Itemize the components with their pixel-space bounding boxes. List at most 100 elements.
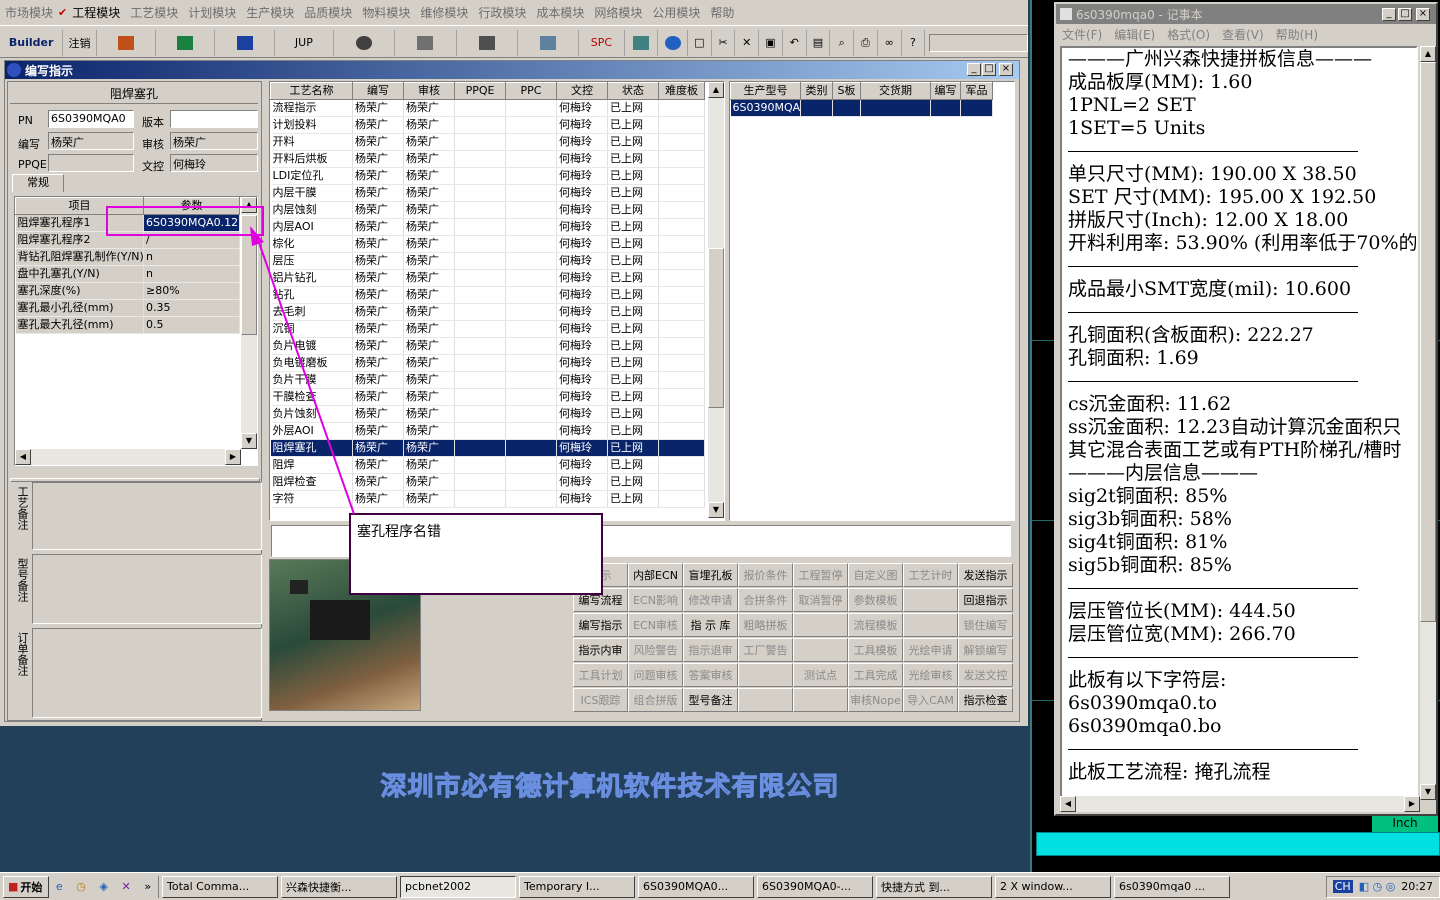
process-cell[interactable]: 杨荣广 <box>403 473 455 491</box>
process-cell[interactable] <box>505 371 557 389</box>
process-cell[interactable]: 何梅玲 <box>556 235 608 253</box>
process-cell[interactable]: 何梅玲 <box>556 99 608 117</box>
process-row[interactable]: 开料后烘板 杨荣广 杨荣广 何梅玲 已上网 <box>270 150 705 168</box>
taskbar-button[interactable]: 兴森快捷衡... <box>281 875 397 898</box>
menu-item[interactable]: 品质模块 <box>299 4 357 21</box>
process-cell[interactable] <box>454 303 506 321</box>
process-cell[interactable] <box>454 337 506 355</box>
process-cell[interactable]: 内层干膜 <box>270 184 353 202</box>
process-cell[interactable] <box>658 269 705 287</box>
action-button[interactable]: 工厂警告 <box>738 638 793 662</box>
notepad-hscrollbar[interactable]: ◀ ▶ <box>1060 796 1420 812</box>
process-cell[interactable] <box>505 337 557 355</box>
product-cell[interactable]: 6S0390MQA0 <box>730 99 801 117</box>
process-header[interactable]: PPC <box>505 82 557 100</box>
scroll-thumb[interactable] <box>708 248 724 408</box>
process-cell[interactable]: 已上网 <box>607 388 659 406</box>
process-cell[interactable]: 杨荣广 <box>403 201 455 219</box>
process-cell[interactable]: 杨荣广 <box>352 116 404 134</box>
process-cell[interactable] <box>505 116 557 134</box>
process-cell[interactable]: 杨荣广 <box>352 473 404 491</box>
product-cell[interactable] <box>800 99 833 117</box>
start-button[interactable]: ■ 开始 <box>3 875 49 898</box>
menu-item[interactable]: 工艺模块 <box>125 4 183 21</box>
order-note-field[interactable] <box>32 628 262 718</box>
process-cell[interactable] <box>505 286 557 304</box>
process-cell[interactable]: 杨荣广 <box>403 269 455 287</box>
process-cell[interactable]: 何梅玲 <box>556 286 608 304</box>
app-icon[interactable]: ◈ <box>99 880 107 893</box>
process-cell[interactable]: 开料后烘板 <box>270 150 353 168</box>
process-cell[interactable]: 杨荣广 <box>403 235 455 253</box>
process-cell[interactable] <box>505 133 557 151</box>
param-name[interactable]: 塞孔最小孔径(mm) <box>15 299 144 317</box>
menu-item[interactable]: 计划模块 <box>183 4 241 21</box>
action-button[interactable] <box>903 613 958 637</box>
taskbar-button[interactable]: 2 X window... <box>995 875 1111 898</box>
param-row[interactable]: 盘中孔塞孔(Y/N) n <box>15 265 240 283</box>
process-cell[interactable]: 杨荣广 <box>352 252 404 270</box>
process-cell[interactable]: 杨荣广 <box>352 269 404 287</box>
undo-icon[interactable]: ↶ <box>783 29 807 56</box>
process-cell[interactable] <box>658 252 705 270</box>
process-cell[interactable]: 已上网 <box>607 150 659 168</box>
more-icon[interactable]: » <box>144 880 151 893</box>
action-button[interactable]: 指 示 库 <box>683 613 738 637</box>
process-cell[interactable] <box>454 388 506 406</box>
action-button[interactable]: 合拼条件 <box>738 588 793 612</box>
preview-icon[interactable]: ▤ <box>807 29 831 56</box>
process-row[interactable]: 计划投料 杨荣广 杨荣广 何梅玲 已上网 <box>270 116 705 134</box>
jup-button[interactable]: JUP <box>275 29 335 56</box>
param-name[interactable]: 塞孔最大孔径(mm) <box>15 316 144 334</box>
taskbar-button[interactable]: 6s0390mqa0 ... <box>1114 875 1230 898</box>
product-header[interactable]: S板 <box>832 82 861 100</box>
tab-general[interactable]: 常规 <box>12 174 64 192</box>
process-cell[interactable]: 杨荣广 <box>352 184 404 202</box>
process-cell[interactable] <box>505 388 557 406</box>
process-cell[interactable] <box>505 490 557 508</box>
process-cell[interactable] <box>658 354 705 372</box>
action-button[interactable]: 修改申请 <box>683 588 738 612</box>
action-button[interactable]: 工程暂停 <box>793 563 848 587</box>
action-button[interactable] <box>738 688 793 712</box>
product-header[interactable]: 交货期 <box>860 82 931 100</box>
scroll-down-icon[interactable]: ▼ <box>1420 784 1436 800</box>
product-cell[interactable] <box>860 99 931 117</box>
action-button[interactable] <box>738 663 793 687</box>
process-cell[interactable]: 何梅玲 <box>556 405 608 423</box>
process-cell[interactable]: 杨荣广 <box>403 99 455 117</box>
process-cell[interactable]: 已上网 <box>607 201 659 219</box>
process-cell[interactable] <box>454 235 506 253</box>
action-button[interactable]: 问题审核 <box>628 663 683 687</box>
process-cell[interactable] <box>505 320 557 338</box>
product-header[interactable]: 军品 <box>960 82 993 100</box>
doc-control-field[interactable]: 何梅玲 <box>170 154 258 172</box>
process-cell[interactable]: 已上网 <box>607 371 659 389</box>
process-note-field[interactable] <box>32 482 262 550</box>
tray-icons[interactable]: ◧ ◷ ◎ <box>1359 880 1396 893</box>
scroll-right-icon[interactable]: ▶ <box>1404 796 1420 812</box>
action-button[interactable]: ECN审核 <box>628 613 683 637</box>
action-button[interactable]: 取消暂停 <box>793 588 848 612</box>
process-cell[interactable]: 已上网 <box>607 473 659 491</box>
taskbar-button[interactable]: pcbnet2002 <box>400 875 516 898</box>
process-cell[interactable] <box>658 337 705 355</box>
process-cell[interactable]: 何梅玲 <box>556 303 608 321</box>
process-cell[interactable] <box>505 473 557 491</box>
process-cell[interactable] <box>505 269 557 287</box>
process-cell[interactable]: 何梅玲 <box>556 320 608 338</box>
process-cell[interactable]: 杨荣广 <box>403 354 455 372</box>
process-cell[interactable] <box>658 320 705 338</box>
maximize-button[interactable]: □ <box>982 63 996 76</box>
taskbar-button[interactable]: 6S0390MQA0-... <box>757 875 873 898</box>
help-icon[interactable]: ? <box>902 29 926 56</box>
action-button[interactable]: 审核Nope <box>848 688 903 712</box>
action-button[interactable]: 光绘申请 <box>903 638 958 662</box>
version-field[interactable] <box>170 110 258 128</box>
menu-item[interactable]: 工程模块 <box>67 4 125 21</box>
action-button[interactable] <box>793 613 848 637</box>
process-cell[interactable]: 杨荣广 <box>352 320 404 338</box>
process-cell[interactable]: 杨荣广 <box>352 337 404 355</box>
process-cell[interactable] <box>505 201 557 219</box>
action-button[interactable]: 流程模板 <box>848 613 903 637</box>
